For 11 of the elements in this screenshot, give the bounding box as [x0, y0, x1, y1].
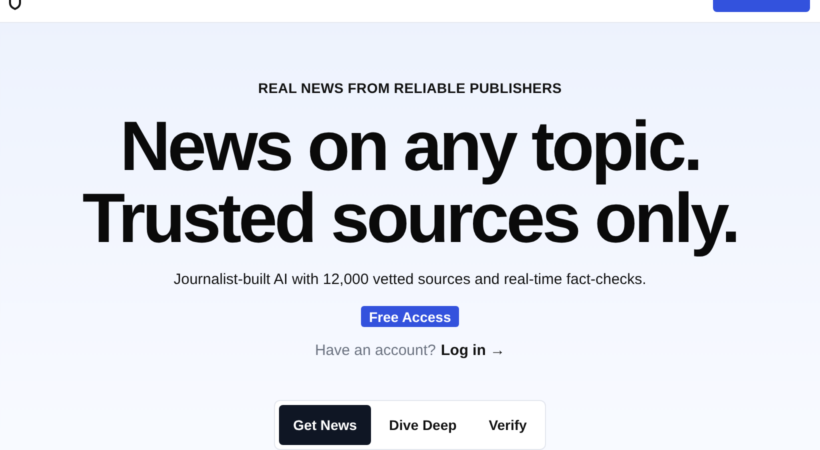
shield-icon [8, 0, 22, 10]
tab[interactable]: Get News [279, 405, 371, 445]
subtitle: Journalist-built AI with 12,000 vetted sources and real-time fact-checks. [174, 271, 646, 288]
account-prompt: Have an account? [314, 342, 436, 359]
headline: News on any topic. [120, 110, 700, 182]
header-button[interactable] [713, 0, 810, 12]
free-access-button[interactable]: Free Access [361, 306, 459, 327]
eyebrow-text: REAL NEWS FROM RELIABLE PUBLISHERS [258, 80, 562, 96]
login-link[interactable]: Log in → [440, 342, 506, 359]
tab[interactable]: Dive Deep [374, 405, 471, 445]
tab[interactable]: Verify [474, 405, 541, 445]
